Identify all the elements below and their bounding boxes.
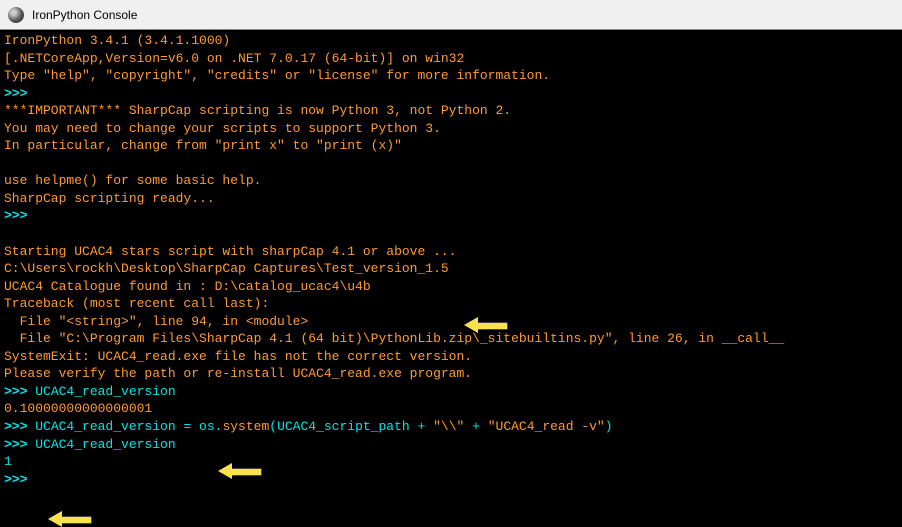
important-line: ***IMPORTANT*** SharpCap scripting is no… — [4, 102, 898, 120]
traceback-file2: File "C:\Program Files\SharpCap 4.1 (64 … — [4, 330, 898, 348]
catalogue-found-line: UCAC4 Catalogue found in : D:\catalog_uc… — [4, 278, 898, 296]
help-hint-line: Type "help", "copyright", "credits" or "… — [4, 67, 898, 85]
window-titlebar[interactable]: IronPython Console — [0, 0, 902, 30]
prompt: >>> — [4, 471, 898, 489]
window-title: IronPython Console — [32, 8, 137, 22]
prompt: >>> — [4, 207, 898, 225]
app-icon — [8, 7, 24, 23]
blank-line — [4, 155, 898, 173]
blank-line — [4, 225, 898, 243]
console-output[interactable]: IronPython 3.4.1 (3.4.1.1000) [.NETCoreA… — [0, 30, 902, 518]
helpme-hint: use helpme() for some basic help. — [4, 172, 898, 190]
script-change-hint: You may need to change your scripts to s… — [4, 120, 898, 138]
ready-line: SharpCap scripting ready... — [4, 190, 898, 208]
traceback-line: Traceback (most recent call last): — [4, 295, 898, 313]
traceback-file1: File "<string>", line 94, in <module> — [4, 313, 898, 331]
verify-path-line: Please verify the path or re-install UCA… — [4, 365, 898, 383]
runtime-line: [.NETCoreApp,Version=v6.0 on .NET 7.0.17… — [4, 50, 898, 68]
annotation-arrow-icon — [52, 513, 90, 525]
print-change-hint: In particular, change from "print x" to … — [4, 137, 898, 155]
prompt: >>> — [4, 85, 898, 103]
output-version-int: 1 — [4, 453, 898, 471]
version-line: IronPython 3.4.1 (3.4.1.1000) — [4, 32, 898, 50]
script-start-line: Starting UCAC4 stars script with sharpCa… — [4, 243, 898, 261]
input-assign-line: >>> UCAC4_read_version = os.system(UCAC4… — [4, 418, 898, 436]
input-line: >>> UCAC4_read_version — [4, 436, 898, 454]
output-version-float: 0.10000000000000001 — [4, 400, 898, 418]
path-line: C:\Users\rockh\Desktop\SharpCap Captures… — [4, 260, 898, 278]
input-line: >>> UCAC4_read_version — [4, 383, 898, 401]
annotation-arrow-icon — [222, 465, 260, 477]
systemexit-line: SystemExit: UCAC4_read.exe file has not … — [4, 348, 898, 366]
annotation-arrow-icon — [468, 319, 506, 331]
